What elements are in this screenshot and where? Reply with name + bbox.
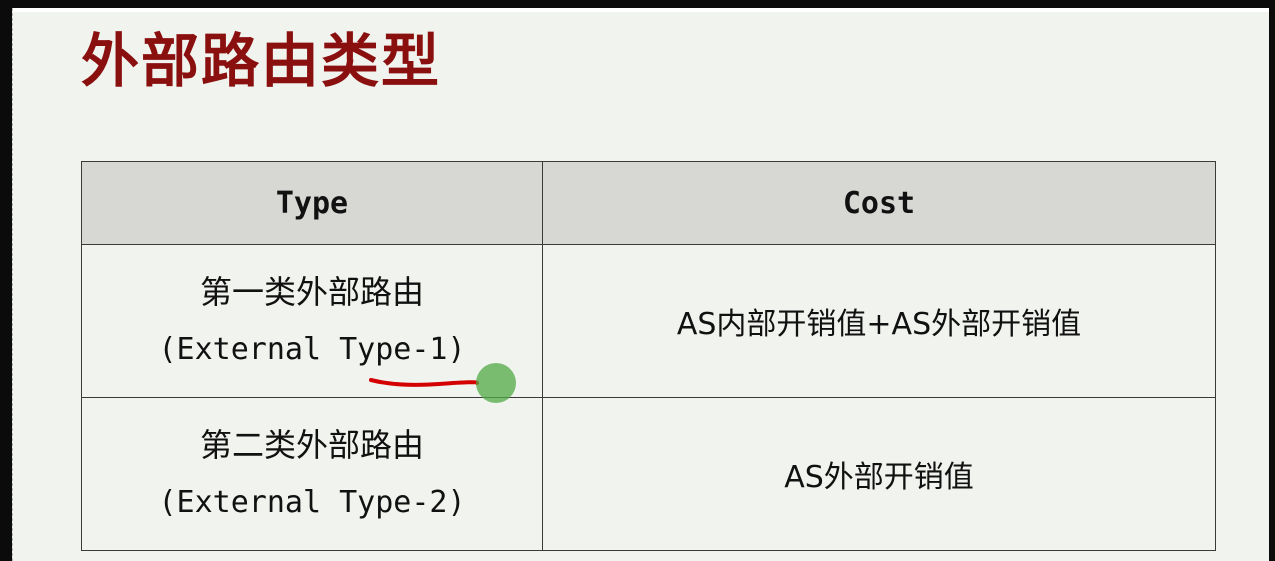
type-english-label: (External Type-1) <box>158 332 466 367</box>
type-cell: 第一类外部路由 (External Type-1) <box>81 244 543 398</box>
cost-cell: AS内部开销值+AS外部开销值 <box>542 244 1216 398</box>
type-cell: 第二类外部路由 (External Type-2) <box>81 397 543 551</box>
column-header-cost: Cost <box>542 161 1216 245</box>
table-header-row: Type Cost <box>81 161 1216 245</box>
type-chinese-label: 第一类外部路由 <box>199 273 424 311</box>
slide-canvas: 外部路由类型 Type Cost 第一类外部路由 (External Type-… <box>12 8 1269 561</box>
slide-top-edge <box>13 8 1269 12</box>
type-chinese-label: 第二类外部路由 <box>199 426 424 464</box>
cost-cell: AS外部开销值 <box>542 397 1216 551</box>
column-header-type: Type <box>81 161 543 245</box>
table-row: 第二类外部路由 (External Type-2) AS外部开销值 <box>81 397 1216 551</box>
slide-title: 外部路由类型 <box>81 27 442 95</box>
external-route-type-table: Type Cost 第一类外部路由 (External Type-1) AS内部… <box>81 161 1216 551</box>
table-row: 第一类外部路由 (External Type-1) AS内部开销值+AS外部开销… <box>81 244 1216 398</box>
type-english-label: (External Type-2) <box>158 485 466 520</box>
